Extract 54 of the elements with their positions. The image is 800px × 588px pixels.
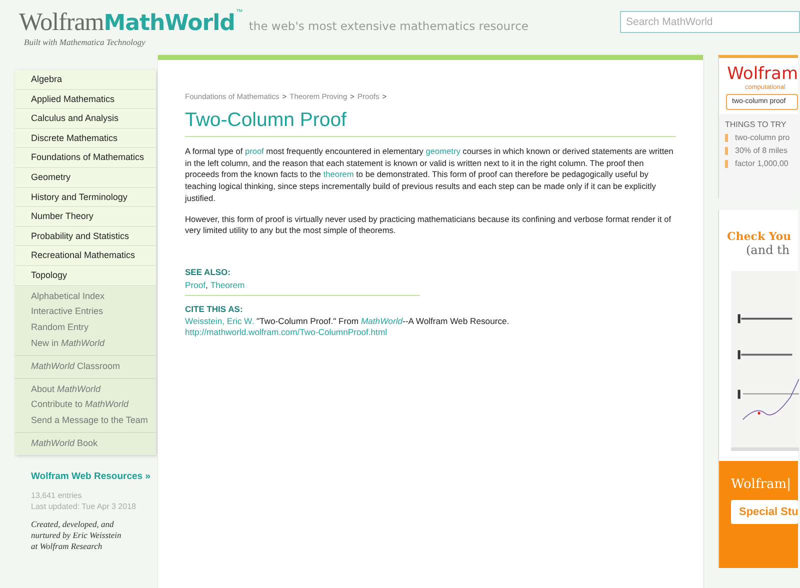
logo-wordmark[interactable]: WolframMathWorld [19,9,235,37]
logo-subtitle: Built with Mathematica Technology [24,37,146,47]
sidebar-item[interactable]: Geometry [15,168,156,188]
sidebar-item[interactable]: History and Terminology [15,188,156,208]
sidebar-item[interactable]: Interactive Entries [15,304,156,320]
sidebar-item[interactable]: Foundations of Mathematics [15,148,156,168]
see-also-link[interactable]: Proof [185,280,206,290]
suggestion-link[interactable]: 30% of 8 miles [725,147,798,155]
citation-link[interactable]: http://mathworld.wolfram.com/Two-ColumnProof.html [185,327,388,338]
ad-button[interactable]: Special Stu [731,500,798,524]
sidebar-item[interactable]: Calculus and Analysis [15,109,156,129]
sidebar-item[interactable]: MathWorld Book [15,436,156,452]
citation-text: Weisstein, Eric W. "Two-Column Proof." From MathWorld--A Wolfram Web Resource. http://mathworld.wolfram.com/Two-ColumnProof.html [185,316,510,339]
search-field[interactable]: Search MathWorld [620,11,800,33]
sidebar-item[interactable]: Recreational Mathematics [15,246,156,266]
suggestion-link[interactable]: factor 1,000,00 [725,160,798,168]
sidebar-item[interactable]: Random Entry [15,320,156,336]
credit-line: Created, developed, and [31,518,115,530]
ad-headline: Check You [727,230,792,243]
tagline: the web's most extensive mathematics resource [248,19,528,33]
inline-link[interactable]: theorem [323,169,354,180]
sidebar-item[interactable]: Applied Mathematics [15,90,156,110]
article-paragraph: However, this form of proof is virtually never used by practicing mathematicians because its confining and verbose format render it of very limited utility to any but the most simple of theorems. [185,214,672,237]
credit-line: nurtured by Eric Weisstein [31,530,122,541]
sidebar-item[interactable]: MathWorld Classroom [15,358,156,375]
ad-brand: Wolfram| [731,477,792,492]
article-title: Two-Column Proof [185,109,676,137]
sidebar-item[interactable]: Number Theory [15,207,156,227]
sidebar-item[interactable]: Discrete Mathematics [15,128,156,148]
sidebar-item[interactable]: New in MathWorld [15,336,156,352]
resources-link[interactable]: Wolfram Web Resources » [31,470,156,482]
section-heading: CITE THIS AS: [185,304,244,314]
sidebar-item[interactable]: Contribute to MathWorld [15,397,156,414]
ad-subhead: (and th [746,243,791,257]
citation-link[interactable]: MathWorld [360,316,403,326]
last-updated: Last updated: Tue Apr 3 2018 [31,500,137,512]
sidebar-item[interactable]: Algebra [15,70,156,90]
list-separator: , [206,280,209,290]
suggestion-link[interactable]: two-column pro [725,134,798,142]
inline-link[interactable]: geometry [426,146,460,156]
section-heading: SEE ALSO: [185,266,232,277]
sidebar-item[interactable]: Topology [15,266,156,286]
credit-line: at Wolfram Research [31,540,104,552]
sidebar-item[interactable]: Send a Message to the Team [15,413,156,429]
entry-count: 13,641 entries [31,490,83,501]
inline-link[interactable]: proof [244,146,264,156]
article-paragraph: A formal type of proof most frequently encountered in elementary geometry courses in which known or derived statements are written in the left column, and the reason that each statement is known or valid is written next to it in the right column. The proof then proceeds from the known facts to the theorem to be demonstrated. This form of proof can therefore be pedagogically useful by teaching logical thinking, since steps incrementally build of previous results and each step can be made only if it can be explicitly justified. [185,146,674,205]
alpha-logo[interactable]: Wolfram [727,64,798,84]
sidebar-item[interactable]: Probability and Statistics [15,226,156,246]
see-also-link[interactable]: Theorem [210,280,245,290]
sidebar-item[interactable]: About MathWorld [15,382,156,398]
citation-link[interactable]: Weisstein, Eric W. [185,316,254,326]
things-heading: THINGS TO TRY [725,120,788,129]
sidebar-item[interactable]: Alphabetical Index [15,288,156,304]
